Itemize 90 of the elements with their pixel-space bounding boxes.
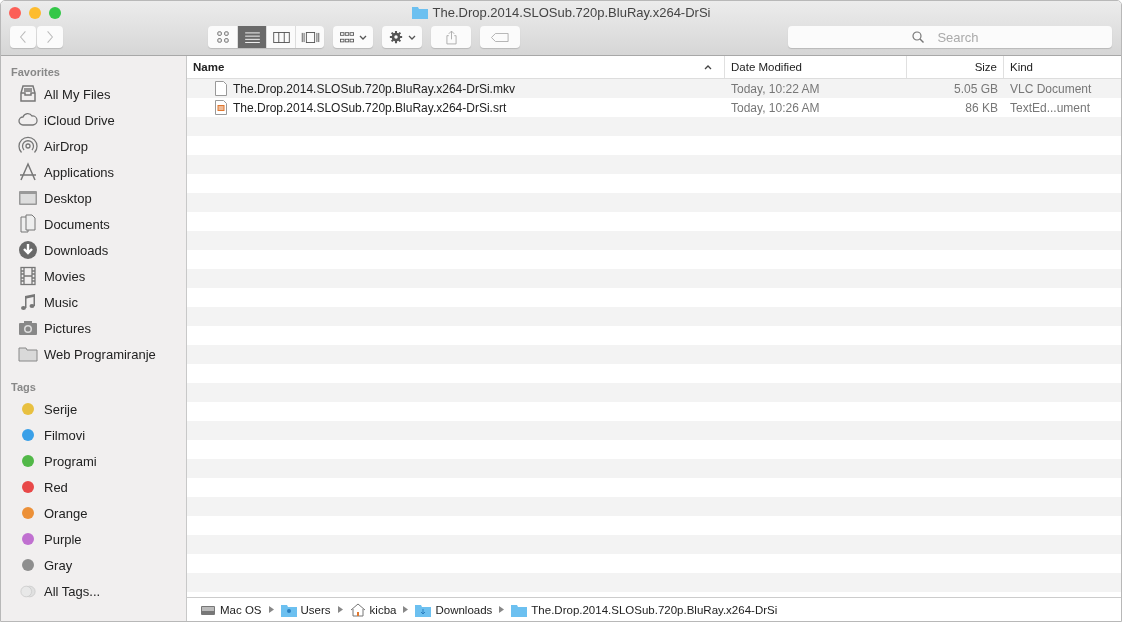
music-icon (18, 292, 38, 312)
sidebar-item[interactable]: iCloud Drive (1, 107, 115, 133)
sidebar-item[interactable]: Applications (1, 159, 115, 185)
kind-cell-text: TextEd...ument (1009, 100, 1092, 115)
back-button[interactable] (10, 26, 36, 48)
cover-flow-icon (300, 31, 320, 43)
tag-item[interactable]: Gray (1, 552, 73, 578)
file-name: The.Drop.2014.SLOSub.720p.BluRay.x264-DrSi.mkv (233, 81, 515, 96)
size-cell-text: 86 KB (964, 100, 999, 115)
path-item[interactable]: kicba (349, 602, 397, 617)
zoom-button[interactable] (49, 7, 61, 19)
tag-item[interactable]: Purple (1, 526, 82, 552)
sidebar-item[interactable]: Documents (1, 211, 110, 237)
sidebar-item[interactable]: Downloads (1, 237, 109, 263)
sidebar-item[interactable]: Music (1, 289, 78, 315)
sort-caret-icon (704, 64, 712, 70)
settings-icon (388, 30, 403, 44)
tag-item[interactable]: Red (1, 474, 68, 500)
size-cell-text: 5.05 GB (952, 81, 999, 96)
search-field[interactable]: Search (788, 26, 1112, 48)
path-arrow-icon (337, 606, 343, 613)
action-button[interactable] (382, 26, 422, 48)
path-arrow-icon (403, 606, 409, 613)
list-view-button[interactable] (238, 26, 266, 48)
path-item[interactable]: Downloads (415, 602, 493, 617)
sidebar-item[interactable]: Web Programiranje (1, 341, 156, 367)
share-icon (445, 29, 457, 45)
folder-icon (511, 602, 528, 617)
tag-item[interactable]: Serije (1, 396, 78, 422)
tag-item[interactable]: Filmovi (1, 422, 86, 448)
tag-icon (491, 32, 509, 42)
section-heading: Favorites (10, 65, 61, 80)
folder-icon (18, 344, 38, 364)
caret-icon (407, 34, 416, 40)
tag-item[interactable]: Orange (1, 500, 88, 526)
kind-cell-text: VLC Document (1009, 81, 1093, 96)
share-button[interactable] (431, 26, 471, 48)
file-name: The.Drop.2014.SLOSub.720p.BluRay.x264-DrSi.srt (233, 100, 507, 115)
path-item[interactable]: The.Drop.2014.SLOSub.720p.BluRay.x264-DrSi (511, 602, 778, 617)
users-icon (280, 602, 297, 617)
window-title: The.Drop.2014.SLOSub.720p.BluRay.x264-DrSi (432, 5, 711, 20)
file-row[interactable]: The.Drop.2014.SLOSub.720p.BluRay.x264-DrSi.srt Today, 10:26 AM 86 KB TextEd...ument (187, 98, 1121, 117)
list-icon (244, 31, 260, 43)
columns-view-button[interactable] (267, 26, 295, 48)
icons-view-button[interactable] (208, 26, 237, 48)
path-item[interactable]: Mac OS (200, 602, 262, 617)
sidebar-item[interactable]: AirDrop (1, 133, 89, 159)
grid-icon (216, 31, 229, 43)
file-row[interactable]: The.Drop.2014.SLOSub.720p.BluRay.x264-DrSi.mkv Today, 10:22 AM 5.05 GB VLC Document (187, 79, 1121, 98)
movies-icon (18, 266, 38, 286)
chevron-right-icon (46, 30, 54, 44)
date-cell-text: Today, 10:26 AM (730, 100, 821, 115)
files-icon (18, 84, 38, 104)
home-icon (349, 602, 366, 617)
path-arrow-icon (268, 606, 274, 613)
grid-icon (339, 31, 354, 43)
tag-item[interactable]: All Tags... (1, 578, 101, 604)
folder-icon (411, 6, 428, 19)
text-file-icon (215, 100, 227, 115)
path-item[interactable]: Users (280, 602, 331, 617)
sidebar-item[interactable]: Movies (1, 263, 86, 289)
column-header[interactable]: Date Modified (725, 56, 907, 78)
column-header[interactable]: Kind (1004, 56, 1121, 78)
sidebar-item[interactable]: Desktop (1, 185, 92, 211)
documents-icon (18, 214, 38, 234)
tag-item[interactable]: Programi (1, 448, 97, 474)
section-heading: Tags (10, 380, 37, 395)
date-cell-text: Today, 10:22 AM (730, 81, 821, 96)
forward-button[interactable] (37, 26, 63, 48)
downloads-icon (415, 602, 432, 617)
desktop-icon (18, 188, 38, 208)
search-icon (912, 31, 924, 43)
tag-button[interactable] (480, 26, 520, 48)
sidebar-item[interactable]: Pictures (1, 315, 91, 341)
apps-icon (18, 162, 38, 182)
tags-icon (20, 584, 36, 598)
downloads-icon (18, 240, 38, 260)
arrange-button[interactable] (333, 26, 373, 48)
column-header[interactable]: Name (187, 56, 725, 78)
column-header[interactable]: Size (907, 56, 1004, 78)
close-button[interactable] (9, 7, 21, 19)
coverflow-view-button[interactable] (296, 26, 324, 48)
pictures-icon (18, 318, 38, 338)
sidebar-item[interactable]: All My Files (1, 81, 111, 107)
path-arrow-icon (499, 606, 505, 613)
caret-icon (358, 34, 367, 40)
minimize-button[interactable] (29, 7, 41, 19)
document-icon (215, 81, 227, 96)
chevron-left-icon (19, 30, 27, 44)
columns-icon (272, 31, 290, 43)
